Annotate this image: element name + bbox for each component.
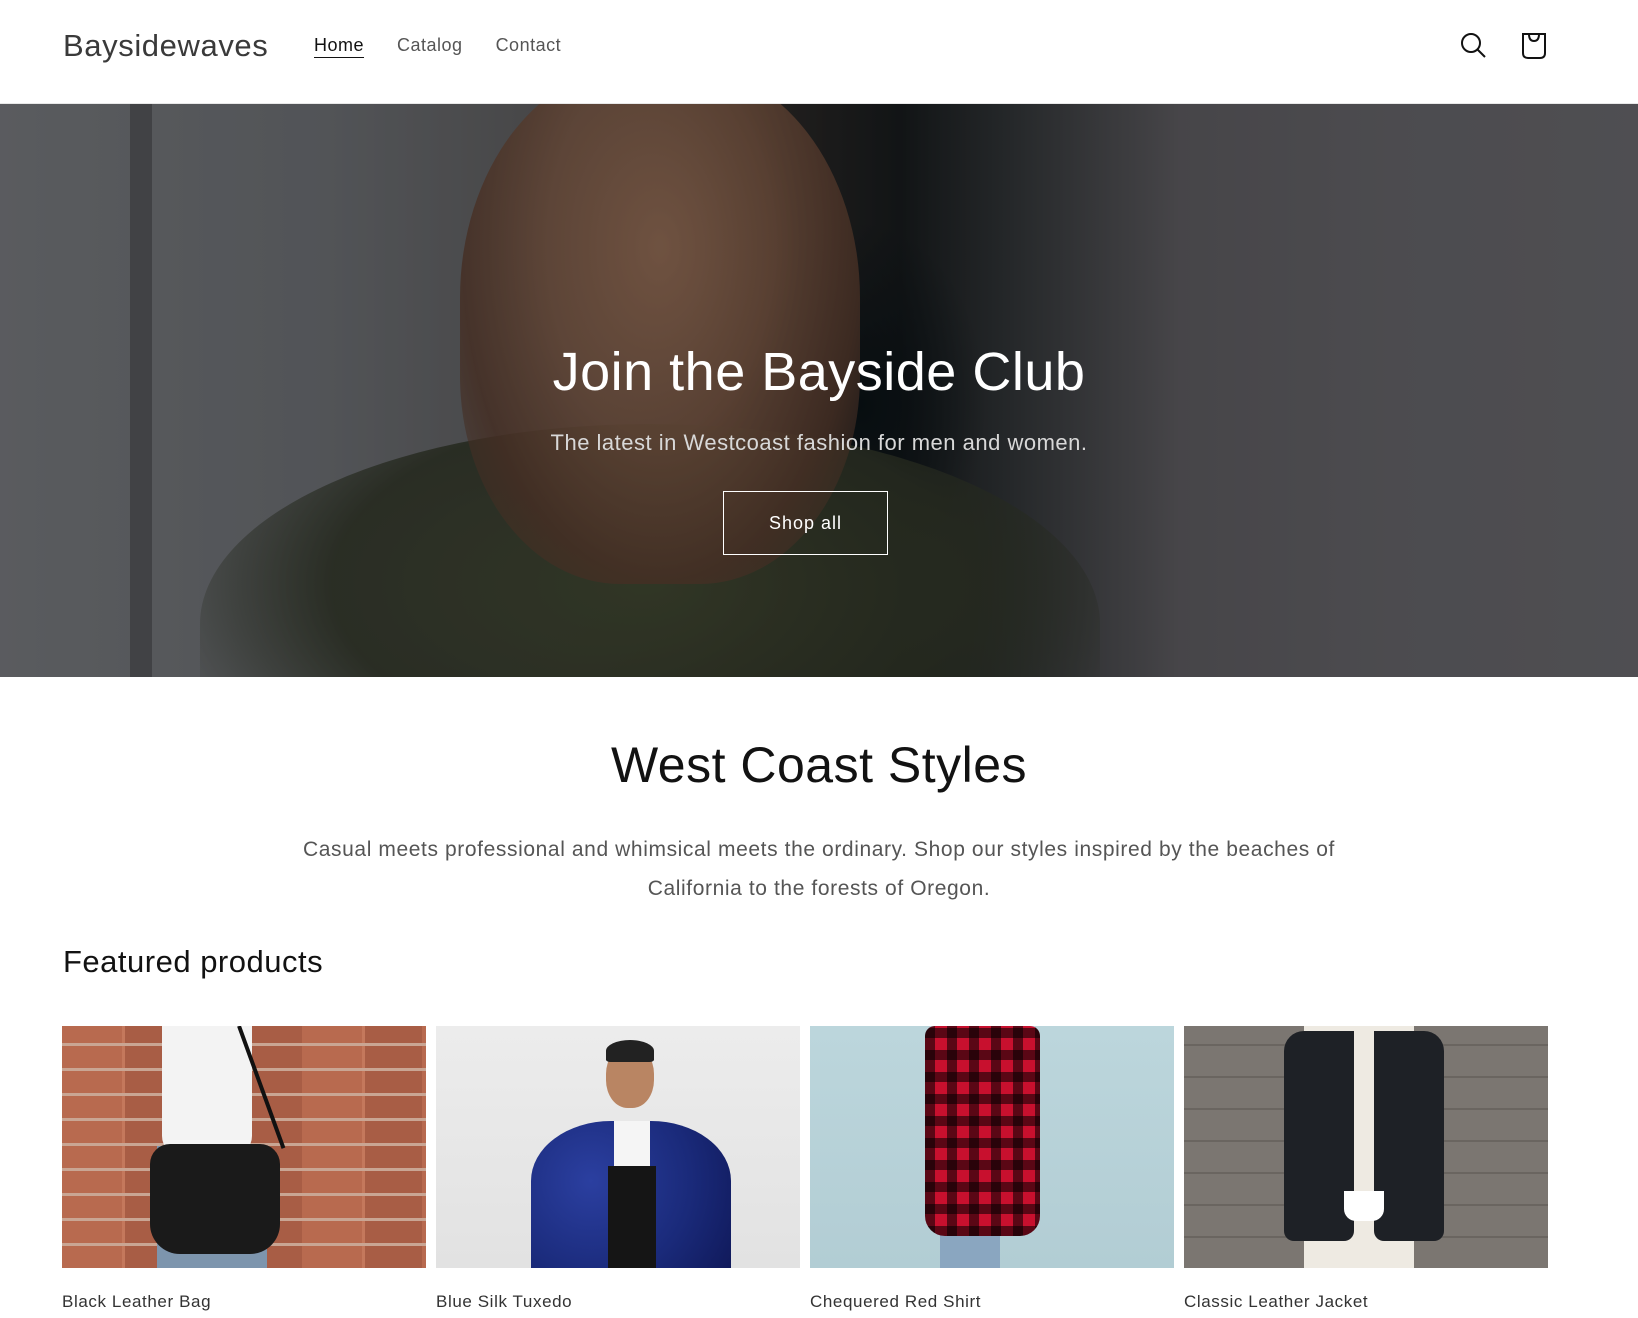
product-image[interactable] — [1184, 1026, 1548, 1268]
hero-subtitle: The latest in Westcoast fashion for men … — [550, 430, 1088, 455]
hero-content: Join the Bayside Club The latest in West… — [0, 104, 1638, 677]
product-image[interactable] — [436, 1026, 800, 1268]
hero-banner: Join the Bayside Club The latest in West… — [0, 104, 1638, 677]
site-header: Baysidewaves Home Catalog Contact — [0, 0, 1638, 104]
product-title[interactable]: Black Leather Bag — [62, 1292, 426, 1312]
product-image[interactable] — [810, 1026, 1174, 1268]
rich-text-body: Casual meets professional and whimsical … — [303, 838, 1335, 900]
nav-contact[interactable]: Contact — [496, 35, 562, 56]
product-grid: Black Leather Bag Blue Silk Tuxedo Chequ… — [62, 1026, 1548, 1312]
product-title[interactable]: Blue Silk Tuxedo — [436, 1292, 800, 1312]
nav-home[interactable]: Home — [314, 35, 364, 56]
nav-catalog[interactable]: Catalog — [397, 35, 463, 56]
rich-text-title: West Coast Styles — [610, 737, 1028, 793]
product-title[interactable]: Chequered Red Shirt — [810, 1292, 1174, 1312]
hero-title: Join the Bayside Club — [552, 342, 1086, 402]
cart-button[interactable] — [1516, 28, 1552, 64]
product-card[interactable]: Black Leather Bag — [62, 1026, 426, 1312]
shop-all-button[interactable]: Shop all — [723, 491, 888, 555]
main-nav: Home Catalog Contact — [314, 35, 594, 56]
product-card[interactable]: Blue Silk Tuxedo — [436, 1026, 800, 1312]
product-title[interactable]: Classic Leather Jacket — [1184, 1292, 1548, 1312]
product-card[interactable]: Chequered Red Shirt — [810, 1026, 1174, 1312]
cart-icon — [1522, 33, 1546, 59]
product-image[interactable] — [62, 1026, 426, 1268]
search-button[interactable] — [1456, 28, 1492, 64]
search-icon — [1461, 33, 1486, 58]
store-logo[interactable]: Baysidewaves — [63, 28, 268, 64]
product-card[interactable]: Classic Leather Jacket — [1184, 1026, 1548, 1312]
featured-products-title: Featured products — [63, 944, 324, 979]
